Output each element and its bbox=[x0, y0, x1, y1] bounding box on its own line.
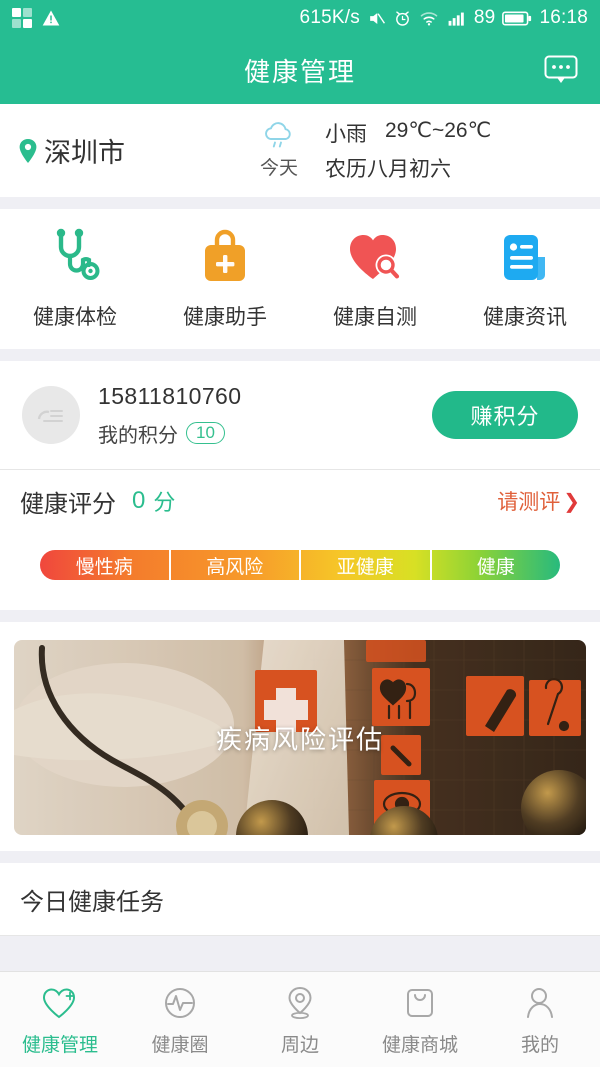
take-assessment-link[interactable]: 请测评 ❯ bbox=[497, 486, 580, 516]
weather-condition: 小雨 bbox=[325, 123, 367, 146]
alarm-icon bbox=[395, 10, 409, 26]
tab-label: 我的 bbox=[520, 1034, 559, 1056]
status-bar: 615K/s 89 16:18 bbox=[0, 0, 600, 36]
heart-search-icon bbox=[345, 227, 405, 289]
points-badge: 10 bbox=[186, 422, 225, 444]
level-segment: 亚健康 bbox=[301, 550, 432, 580]
shopping-bag-icon bbox=[404, 983, 436, 1023]
cloud-rain-icon bbox=[265, 122, 291, 148]
level-segment: 健康 bbox=[476, 556, 515, 578]
daily-tasks-body bbox=[0, 936, 600, 971]
weather-card[interactable]: 深圳市 今天 小雨 29℃~26℃ 农历八月初六 bbox=[0, 104, 600, 197]
user-phone: 15811810760 bbox=[98, 382, 242, 409]
daily-tasks-card: 今日健康任务 bbox=[0, 863, 600, 936]
chevron-right-icon: ❯ bbox=[563, 490, 580, 513]
divider-gap bbox=[0, 610, 600, 622]
clock-time: 16:18 bbox=[539, 7, 588, 28]
feature-label: 健康助手 bbox=[183, 306, 267, 329]
warning-triangle-icon bbox=[42, 10, 60, 26]
page-title: 健康管理 bbox=[243, 56, 356, 87]
feature-label: 健康自测 bbox=[333, 306, 417, 329]
weather-city[interactable]: 深圳市 bbox=[18, 131, 233, 170]
score-label: 健康评分 bbox=[20, 490, 116, 518]
wifi-icon bbox=[420, 11, 438, 26]
level-segment: 慢性病 bbox=[40, 550, 171, 580]
health-level-bar: 慢性病 高风险 亚健康 健康 bbox=[40, 550, 560, 580]
banner-caption: 疾病风险评估 bbox=[215, 724, 384, 754]
location-pin-icon bbox=[19, 138, 37, 163]
divider-gap bbox=[0, 349, 600, 361]
app-header: 健康管理 bbox=[0, 36, 600, 104]
content-scroll-area[interactable]: 深圳市 今天 小雨 29℃~26℃ 农历八月初六 健康体检 健康助手 健康自测 … bbox=[0, 104, 600, 971]
status-bar-left bbox=[12, 8, 61, 28]
feature-item-health-checkup[interactable]: 健康体检 bbox=[0, 227, 150, 331]
level-segment: 高风险 bbox=[171, 550, 301, 580]
divider-gap bbox=[0, 851, 600, 863]
city-name: 深圳市 bbox=[44, 138, 125, 168]
feature-item-health-assistant[interactable]: 健康助手 bbox=[150, 227, 300, 331]
points-label: 我的积分 bbox=[98, 424, 178, 447]
health-score-card: 健康评分 0 分 请测评 ❯ 慢性病 高风险 亚健康 健康 bbox=[0, 470, 600, 610]
user-info: 15811810760 我的积分 10 bbox=[98, 383, 241, 448]
signal-icon bbox=[448, 12, 464, 26]
avatar[interactable] bbox=[22, 386, 80, 444]
lunar-date: 农历八月初六 bbox=[325, 158, 451, 181]
score-unit: 分 bbox=[153, 490, 176, 515]
weather-day-block: 今天 bbox=[233, 121, 325, 180]
tab-health-mall[interactable]: 健康商城 bbox=[360, 972, 480, 1067]
banner-card: 疾病风险评估 bbox=[0, 622, 600, 851]
user-points: 我的积分 10 bbox=[98, 419, 241, 448]
tab-label: 周边 bbox=[280, 1034, 319, 1056]
divider-gap bbox=[0, 197, 600, 209]
disease-risk-banner[interactable]: 疾病风险评估 bbox=[14, 640, 586, 835]
location-pin-icon bbox=[285, 983, 315, 1023]
user-points-card: 15811810760 我的积分 10 赚积分 bbox=[0, 361, 600, 469]
avatar-placeholder-icon bbox=[32, 396, 70, 434]
daily-tasks-title: 今日健康任务 bbox=[20, 888, 164, 916]
tab-label: 健康商城 bbox=[381, 1034, 458, 1056]
tab-mine[interactable]: 我的 bbox=[480, 972, 600, 1067]
earn-points-button[interactable]: 赚积分 bbox=[432, 391, 578, 439]
battery-level: 89 bbox=[473, 7, 496, 28]
status-bar-right: 615K/s 89 16:18 bbox=[300, 7, 588, 29]
network-speed: 615K/s bbox=[299, 7, 360, 28]
feature-item-health-news[interactable]: 健康资讯 bbox=[450, 227, 600, 331]
tab-health-circle[interactable]: 健康圈 bbox=[120, 972, 240, 1067]
score-scale-wrapper: 慢性病 高风险 亚健康 健康 bbox=[0, 532, 600, 610]
tab-health-management[interactable]: 健康管理 bbox=[0, 972, 120, 1067]
feature-item-self-test[interactable]: 健康自测 bbox=[300, 227, 450, 331]
tab-label: 健康圈 bbox=[151, 1034, 209, 1056]
feature-grid: 健康体检 健康助手 健康自测 健康资讯 bbox=[0, 209, 600, 349]
chat-bubble-icon[interactable] bbox=[542, 51, 580, 89]
document-icon bbox=[497, 227, 553, 289]
app-screen: 615K/s 89 16:18 健康管理 深圳市 今天 小雨 29℃~26℃ 农… bbox=[0, 0, 600, 1067]
stethoscope-icon bbox=[48, 227, 102, 289]
app-grid-icon bbox=[12, 8, 32, 28]
mute-icon bbox=[370, 12, 385, 24]
medical-bag-icon bbox=[197, 227, 253, 289]
feature-label: 健康体检 bbox=[33, 306, 117, 329]
battery-icon bbox=[502, 11, 532, 25]
tab-nearby[interactable]: 周边 bbox=[240, 972, 360, 1067]
heart-plus-icon bbox=[41, 983, 79, 1023]
weather-temperature: 29℃~26℃ bbox=[385, 119, 492, 142]
person-icon bbox=[524, 983, 556, 1023]
feature-label: 健康资讯 bbox=[483, 306, 567, 329]
score-value: 0 bbox=[132, 487, 146, 514]
assessment-link-label: 请测评 bbox=[497, 491, 561, 514]
weather-details: 小雨 29℃~26℃ 农历八月初六 bbox=[325, 118, 491, 183]
weather-day-label: 今天 bbox=[259, 158, 298, 179]
pulse-circle-icon bbox=[162, 983, 198, 1023]
bottom-tab-bar: 健康管理 健康圈 周边 健康商城 我的 bbox=[0, 971, 600, 1067]
tab-label: 健康管理 bbox=[21, 1034, 98, 1056]
